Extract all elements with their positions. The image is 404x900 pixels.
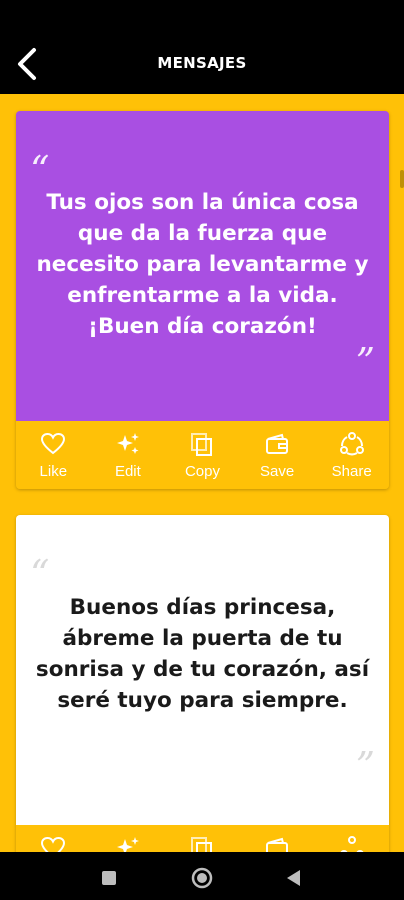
app-root: MENSAJES “ Tus ojos son la única cosa qu…: [0, 0, 404, 900]
edit-button[interactable]: Edit: [91, 421, 166, 489]
edit-label: Edit: [114, 463, 141, 480]
message-text: Buenos días princesa, ábreme la puerta d…: [35, 595, 370, 713]
wallet-icon: [266, 433, 289, 454]
heart-icon: [41, 432, 66, 455]
open-quote-icon: “: [30, 552, 50, 596]
card-actions: Like Edit Copy Save Share: [16, 421, 389, 489]
message-card: “ Tus ojos son la única cosa que da la f…: [16, 111, 389, 489]
save-label: Save: [259, 463, 295, 480]
share-button[interactable]: Share: [314, 421, 389, 489]
recents-icon[interactable]: [97, 866, 121, 890]
share-label: Share: [331, 463, 372, 480]
like-label: Like: [39, 463, 68, 480]
close-quote-icon: ”: [355, 340, 375, 384]
open-quote-icon: “: [30, 148, 50, 192]
like-button[interactable]: Like: [16, 421, 91, 489]
close-quote-icon: ”: [355, 744, 375, 788]
share-icon: [339, 432, 364, 456]
home-icon[interactable]: [190, 866, 214, 890]
page-title: MENSAJES: [157, 54, 247, 72]
copy-label: Copy: [184, 463, 220, 480]
message-text: Tus ojos son la única cosa que da la fue…: [36, 190, 369, 339]
copy-icon: [191, 433, 213, 456]
message-card: “ Buenos días princesa, ábreme la puerta…: [16, 515, 389, 865]
save-button[interactable]: Save: [240, 421, 315, 489]
message-card-body: “ Tus ojos son la única cosa que da la f…: [16, 111, 389, 421]
sparkle-icon: [116, 433, 139, 454]
back-nav-icon[interactable]: [282, 866, 306, 890]
system-nav-bar: [0, 852, 404, 900]
copy-button[interactable]: Copy: [165, 421, 240, 489]
message-card-body: “ Buenos días princesa, ábreme la puerta…: [16, 515, 389, 825]
app-header: MENSAJES: [0, 0, 404, 94]
scroll-indicator[interactable]: [400, 170, 404, 188]
